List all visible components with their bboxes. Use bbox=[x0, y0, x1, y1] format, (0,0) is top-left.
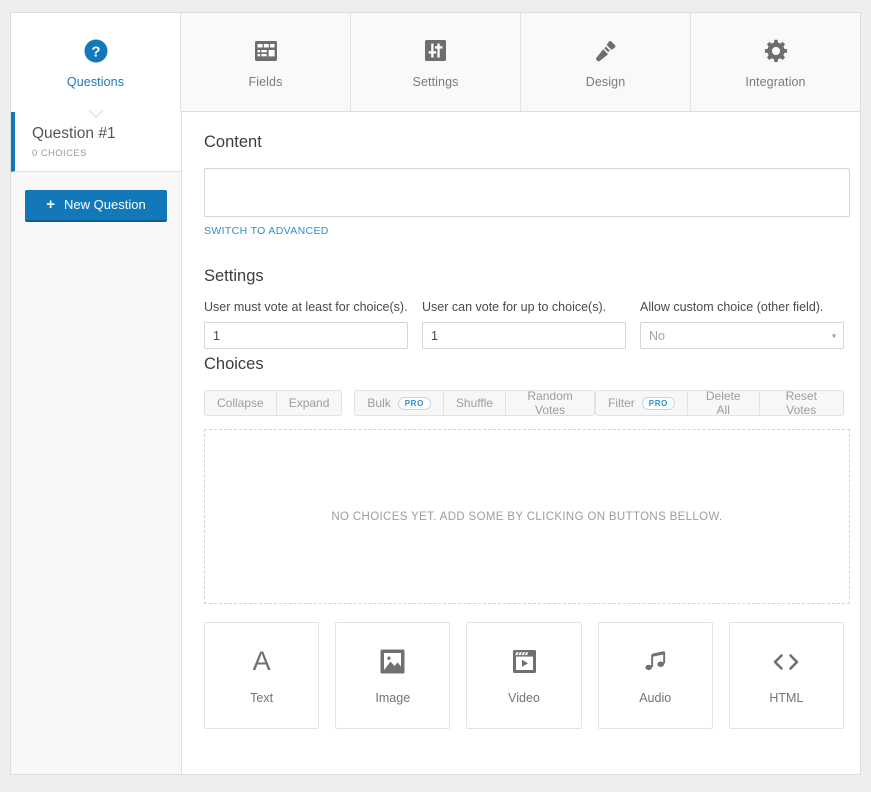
filter-button[interactable]: Filter PRO bbox=[595, 390, 687, 416]
toolbar-group-actions: Bulk PRO Shuffle Random Votes bbox=[354, 389, 596, 417]
choices-toolbar: Collapse Expand Bulk PRO Shuffle Random … bbox=[204, 389, 844, 417]
toolbar-left-area: Collapse Expand Bulk PRO Shuffle Random … bbox=[204, 389, 596, 417]
poll-editor-panel: ? Questions Fields Settings Design Integ… bbox=[10, 12, 861, 775]
filter-label: Filter bbox=[608, 396, 635, 410]
max-votes-input[interactable] bbox=[422, 322, 626, 349]
sidebar-item-question-1[interactable]: Question #1 0 CHOICES bbox=[11, 112, 181, 172]
custom-choice-value: No bbox=[649, 328, 665, 343]
field-custom-choice: Allow custom choice (other field). No ▾ bbox=[640, 300, 844, 349]
bulk-label: Bulk bbox=[367, 396, 391, 410]
switch-to-advanced-link[interactable]: SWITCH TO ADVANCED bbox=[204, 225, 329, 237]
svg-text:?: ? bbox=[91, 43, 100, 60]
collapse-label: Collapse bbox=[217, 396, 264, 410]
field-min-votes: User must vote at least for choice(s). bbox=[204, 300, 408, 349]
card-label: Audio bbox=[639, 690, 672, 705]
custom-choice-select[interactable]: No bbox=[640, 322, 844, 349]
tab-label: Design bbox=[585, 74, 626, 89]
pro-badge: PRO bbox=[397, 396, 431, 410]
field-label: Allow custom choice (other field). bbox=[640, 300, 824, 314]
new-question-wrap: + New Question bbox=[11, 172, 181, 222]
add-html-choice-card[interactable]: HTML bbox=[728, 622, 845, 729]
field-label: User can vote for up to choice(s). bbox=[422, 300, 607, 314]
tab-questions[interactable]: ? Questions bbox=[11, 13, 181, 112]
reset-votes-button[interactable]: Reset Votes bbox=[758, 389, 844, 417]
expand-button[interactable]: Expand bbox=[275, 390, 343, 416]
tab-design[interactable]: Design bbox=[521, 13, 691, 111]
add-image-choice-card[interactable]: Image bbox=[335, 622, 451, 729]
plus-icon: + bbox=[46, 196, 56, 214]
tab-label: Settings bbox=[412, 74, 459, 89]
editor-main: Content SWITCH TO ADVANCED Settings User… bbox=[182, 112, 860, 774]
min-votes-input[interactable] bbox=[204, 322, 408, 349]
field-max-votes: User can vote for up to choice(s). bbox=[422, 300, 626, 349]
settings-row: User must vote at least for choice(s). U… bbox=[204, 300, 844, 349]
pro-badge: PRO bbox=[641, 396, 675, 410]
code-brackets-icon bbox=[771, 647, 801, 677]
delete-all-label: Delete All bbox=[705, 389, 741, 417]
random-votes-button[interactable]: Random Votes bbox=[505, 389, 596, 417]
toolbar-right-area: Filter PRO Delete All Reset Votes bbox=[595, 389, 844, 417]
tab-settings[interactable]: Settings bbox=[351, 13, 521, 111]
question-choice-count: 0 CHOICES bbox=[32, 147, 87, 159]
card-label: Text bbox=[250, 690, 274, 705]
random-votes-label: Random Votes bbox=[527, 389, 573, 417]
collapse-button[interactable]: Collapse bbox=[204, 390, 276, 416]
new-question-label: New Question bbox=[64, 197, 146, 213]
empty-state-text: NO CHOICES YET. ADD SOME BY CLICKING ON … bbox=[331, 510, 723, 523]
add-video-choice-card[interactable]: Video bbox=[466, 622, 582, 729]
letter-a-icon: A bbox=[252, 646, 271, 676]
tab-label: Fields bbox=[248, 74, 283, 89]
paintbrush-icon bbox=[591, 36, 621, 66]
music-note-icon bbox=[642, 647, 669, 677]
choices-empty-state: NO CHOICES YET. ADD SOME BY CLICKING ON … bbox=[204, 429, 850, 604]
add-audio-choice-card[interactable]: Audio bbox=[597, 622, 713, 729]
settings-heading: Settings bbox=[204, 267, 264, 285]
delete-all-button[interactable]: Delete All bbox=[686, 389, 759, 417]
question-title: Question #1 bbox=[32, 125, 116, 142]
field-label: User must vote at least for choice(s). bbox=[204, 300, 408, 314]
tab-label: Questions bbox=[66, 74, 125, 89]
expand-label: Expand bbox=[288, 396, 330, 410]
video-clapperboard-icon bbox=[511, 647, 538, 677]
card-label: Video bbox=[508, 690, 540, 705]
card-label: Image bbox=[375, 690, 411, 705]
tab-fields[interactable]: Fields bbox=[181, 13, 351, 111]
bulk-button[interactable]: Bulk PRO bbox=[354, 390, 443, 416]
card-label: HTML bbox=[769, 690, 804, 705]
tab-label: Integration bbox=[745, 74, 806, 89]
sliders-icon bbox=[421, 36, 451, 66]
reset-votes-label: Reset Votes bbox=[785, 389, 817, 417]
toolbar-group-view: Collapse Expand bbox=[204, 390, 343, 416]
active-tab-caret-icon bbox=[88, 110, 103, 119]
choices-heading: Choices bbox=[204, 355, 264, 373]
shuffle-button[interactable]: Shuffle bbox=[442, 390, 506, 416]
form-fields-icon bbox=[251, 36, 281, 66]
image-icon bbox=[379, 647, 406, 677]
content-heading: Content bbox=[204, 133, 262, 151]
tab-bar: ? Questions Fields Settings Design Integ… bbox=[11, 13, 860, 112]
choice-type-cards: A Text Image Video Audio HTML bbox=[204, 622, 845, 729]
new-question-button[interactable]: + New Question bbox=[25, 189, 167, 222]
questions-sidebar: Question #1 0 CHOICES + New Question bbox=[11, 112, 182, 774]
add-text-choice-card[interactable]: A Text bbox=[204, 622, 320, 729]
question-circle-icon: ? bbox=[81, 36, 111, 66]
gear-icon bbox=[761, 36, 791, 66]
custom-choice-select-wrap: No ▾ bbox=[640, 322, 844, 349]
tab-integration[interactable]: Integration bbox=[691, 13, 860, 111]
editor-body: Question #1 0 CHOICES + New Question Con… bbox=[11, 112, 860, 774]
toolbar-group-manage: Filter PRO Delete All Reset Votes bbox=[595, 389, 844, 417]
content-textarea[interactable] bbox=[204, 168, 850, 217]
shuffle-label: Shuffle bbox=[455, 396, 494, 410]
